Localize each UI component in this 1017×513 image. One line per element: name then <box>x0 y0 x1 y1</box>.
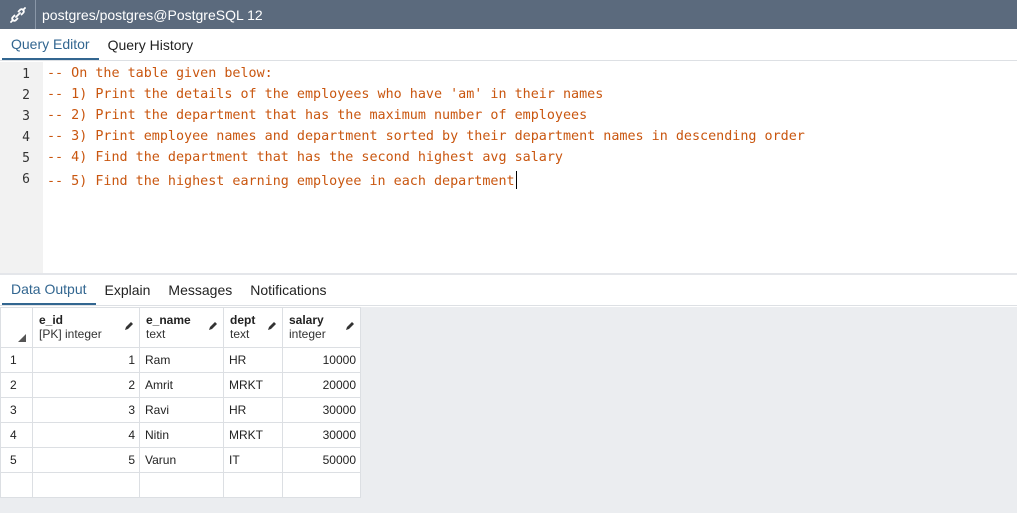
column-header-e-id[interactable]: e_id [PK] integer <box>32 307 140 348</box>
column-header-dept[interactable]: dept text <box>223 307 283 348</box>
cell-e-name[interactable]: Varun <box>139 447 224 473</box>
line-number: 3 <box>22 109 30 124</box>
cell-empty[interactable] <box>32 472 140 498</box>
cell-empty[interactable] <box>139 472 224 498</box>
connection-title: postgres/postgres@PostgreSQL 12 <box>42 6 263 23</box>
column-header-salary[interactable]: salary integer <box>282 307 361 348</box>
code-line[interactable]: -- 2) Print the department that has the … <box>47 108 587 123</box>
tab-query-editor[interactable]: Query Editor <box>2 29 99 60</box>
cell-salary[interactable]: 10000 <box>282 347 361 373</box>
row-number[interactable]: 1 <box>0 347 33 373</box>
cell-e-id[interactable]: 5 <box>32 447 140 473</box>
edit-pencil-icon[interactable] <box>124 321 134 331</box>
row-number[interactable]: 5 <box>0 447 33 473</box>
code-line-text: -- On the table given below: <box>47 66 273 81</box>
column-header-e-name[interactable]: e_name text <box>139 307 224 348</box>
cell-salary[interactable]: 50000 <box>282 447 361 473</box>
row-number-empty[interactable] <box>0 472 33 498</box>
row-number[interactable]: 4 <box>0 422 33 448</box>
code-line[interactable]: -- 1) Print the details of the employees… <box>47 87 603 102</box>
cell-salary[interactable]: 30000 <box>282 397 361 423</box>
table-row[interactable]: 1 1 Ram HR 10000 <box>0 347 361 373</box>
code-line[interactable]: -- 5) Find the highest earning employee … <box>47 171 517 189</box>
line-number: 1 <box>22 67 30 82</box>
cell-dept[interactable]: IT <box>223 447 283 473</box>
row-number[interactable]: 3 <box>0 397 33 423</box>
cell-salary[interactable]: 30000 <box>282 422 361 448</box>
line-number: 5 <box>22 151 30 166</box>
line-number: 4 <box>22 130 30 145</box>
cell-e-name[interactable]: Ram <box>139 347 224 373</box>
row-number[interactable]: 2 <box>0 372 33 398</box>
line-number: 2 <box>22 88 30 103</box>
result-grid: e_id [PK] integer e_name text dept text … <box>0 307 361 498</box>
new-row[interactable] <box>0 472 361 498</box>
cell-empty[interactable] <box>282 472 361 498</box>
cell-dept[interactable]: HR <box>223 397 283 423</box>
cell-e-id[interactable]: 2 <box>32 372 140 398</box>
text-cursor <box>515 171 517 189</box>
tab-query-history[interactable]: Query History <box>99 29 203 60</box>
table-row[interactable]: 3 3 Ravi HR 30000 <box>0 397 361 423</box>
code-line[interactable]: -- 4) Find the department that has the s… <box>47 150 563 165</box>
tab-explain[interactable]: Explain <box>96 275 160 305</box>
edit-pencil-icon[interactable] <box>208 321 218 331</box>
cell-dept[interactable]: MRKT <box>223 372 283 398</box>
code-line-text: -- 3) Print employee names and departmen… <box>47 129 805 144</box>
editor-tabs: Query Editor Query History <box>0 29 1017 61</box>
line-number-gutter: 1 2 3 4 5 6 <box>0 62 43 273</box>
column-type: text <box>146 327 166 341</box>
select-all-corner[interactable] <box>0 307 33 348</box>
cell-empty[interactable] <box>223 472 283 498</box>
cell-dept[interactable]: HR <box>223 347 283 373</box>
column-name: e_name <box>146 313 191 327</box>
cell-e-name[interactable]: Ravi <box>139 397 224 423</box>
cell-e-name[interactable]: Nitin <box>139 422 224 448</box>
code-line[interactable]: -- On the table given below: <box>47 66 273 81</box>
edit-pencil-icon[interactable] <box>345 321 355 331</box>
table-row[interactable]: 2 2 Amrit MRKT 20000 <box>0 372 361 398</box>
cell-e-name[interactable]: Amrit <box>139 372 224 398</box>
select-all-icon <box>18 334 26 342</box>
tab-notifications[interactable]: Notifications <box>241 275 335 305</box>
title-bar: postgres/postgres@PostgreSQL 12 <box>0 0 1017 29</box>
output-tabs: Data Output Explain Messages Notificatio… <box>0 275 1017 306</box>
table-row[interactable]: 4 4 Nitin MRKT 30000 <box>0 422 361 448</box>
code-line-text: -- 4) Find the department that has the s… <box>47 150 563 165</box>
column-type: [PK] integer <box>39 327 102 341</box>
table-row[interactable]: 5 5 Varun IT 50000 <box>0 447 361 473</box>
code-line-text: -- 2) Print the department that has the … <box>47 108 588 123</box>
line-number: 6 <box>22 172 30 187</box>
tab-data-output[interactable]: Data Output <box>2 275 96 305</box>
code-line[interactable]: -- 3) Print employee names and departmen… <box>47 129 805 144</box>
cell-dept[interactable]: MRKT <box>223 422 283 448</box>
edit-pencil-icon[interactable] <box>267 321 277 331</box>
cell-e-id[interactable]: 3 <box>32 397 140 423</box>
code-line-text: -- 5) Find the highest earning employee … <box>47 174 515 189</box>
cell-e-id[interactable]: 1 <box>32 347 140 373</box>
data-output-panel: e_id [PK] integer e_name text dept text … <box>0 307 1017 513</box>
cell-salary[interactable]: 20000 <box>282 372 361 398</box>
tab-messages[interactable]: Messages <box>159 275 241 305</box>
sql-editor[interactable]: 1 2 3 4 5 6 -- On the table given below:… <box>0 62 1017 273</box>
code-line-text: -- 1) Print the details of the employees… <box>47 87 604 102</box>
cell-e-id[interactable]: 4 <box>32 422 140 448</box>
connection-icon[interactable] <box>0 0 36 29</box>
column-name: e_id <box>39 313 64 327</box>
